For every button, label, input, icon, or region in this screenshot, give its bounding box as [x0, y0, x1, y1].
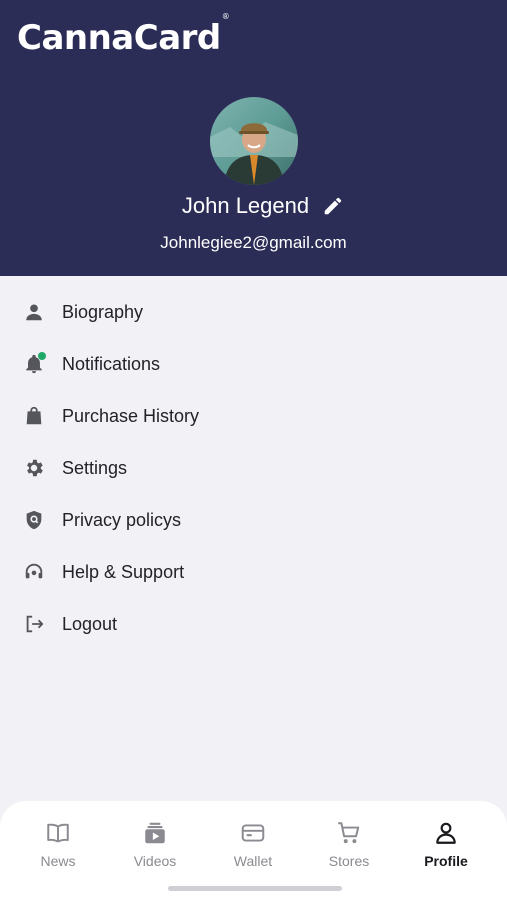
pencil-icon — [324, 197, 342, 215]
tab-stores[interactable]: Stores — [309, 819, 389, 869]
menu-item-biography[interactable]: Biography — [0, 286, 507, 338]
profile-icon — [432, 819, 460, 847]
gear-icon — [22, 456, 46, 480]
notification-dot — [38, 352, 46, 360]
book-icon — [44, 819, 72, 847]
tab-videos[interactable]: Videos — [115, 819, 195, 869]
tab-profile[interactable]: Profile — [406, 819, 486, 869]
registered-mark: ® — [221, 11, 230, 21]
tab-label: Stores — [328, 853, 370, 869]
edit-profile-button[interactable] — [321, 194, 345, 218]
person-icon — [22, 300, 46, 324]
logo-text: CannaCard — [17, 18, 221, 58]
tab-label: News — [40, 853, 76, 869]
tab-news[interactable]: News — [18, 819, 98, 869]
avatar[interactable] — [210, 97, 298, 185]
menu-item-privacy-policy[interactable]: Privacy policys — [0, 494, 507, 546]
profile-name-row: John Legend — [0, 193, 507, 219]
menu-item-label: Settings — [62, 457, 128, 478]
menu-item-help-support[interactable]: Help & Support — [0, 546, 507, 598]
menu-item-label: Notifications — [62, 353, 161, 374]
menu-item-logout[interactable]: Logout — [0, 598, 507, 650]
menu-item-settings[interactable]: Settings — [0, 442, 507, 494]
home-indicator[interactable] — [168, 886, 342, 891]
menu-item-purchase-history[interactable]: Purchase History — [0, 390, 507, 442]
tab-label: Wallet — [233, 853, 273, 869]
logout-icon — [22, 612, 46, 636]
menu-item-label: Biography — [62, 301, 144, 322]
profile-name: John Legend — [181, 193, 310, 218]
video-icon — [141, 819, 169, 847]
menu-item-label: Logout — [62, 613, 118, 634]
headset-icon — [22, 560, 46, 584]
shopping-bag-icon — [22, 404, 46, 428]
profile-header: CannaCard® John Legend Johnlegiee2@gmail… — [0, 0, 507, 276]
tab-wallet[interactable]: Wallet — [213, 819, 293, 869]
menu-item-label: Privacy policys — [62, 509, 182, 530]
tab-label: Videos — [133, 853, 177, 869]
profile-menu: Biography Notifications Purchase History… — [0, 286, 507, 650]
menu-item-label: Help & Support — [62, 561, 185, 582]
cart-icon — [335, 819, 363, 847]
shield-icon — [22, 508, 46, 532]
cannacard-logo: CannaCard® — [17, 12, 230, 58]
bell-icon — [22, 352, 46, 376]
wallet-icon — [239, 819, 267, 847]
tab-label: Profile — [424, 853, 468, 869]
menu-item-label: Purchase History — [62, 405, 200, 426]
profile-email: Johnlegiee2@gmail.com — [160, 233, 347, 252]
menu-item-notifications[interactable]: Notifications — [0, 338, 507, 390]
